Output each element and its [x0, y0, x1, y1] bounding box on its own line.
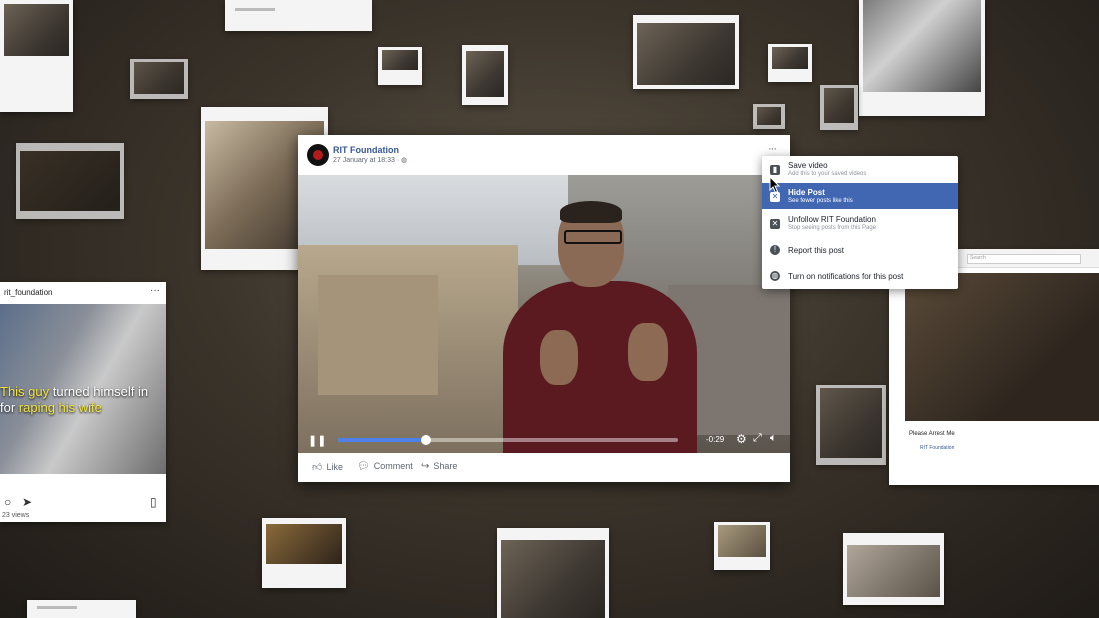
progress-bar[interactable]: [338, 435, 678, 445]
menu-item-subtitle: See fewer posts like this: [788, 198, 853, 204]
menu-item-title: Save video: [788, 161, 828, 170]
thumbs-up-icon: 👍︎: [312, 462, 323, 473]
bg-card: [816, 385, 886, 465]
progress-handle[interactable]: [421, 435, 432, 445]
more-options-button[interactable]: ···: [768, 143, 777, 155]
facebook-video-post: RIT Foundation 27 January at 18:33 · ◍ ·…: [298, 135, 790, 482]
bg-card: [497, 528, 609, 618]
post-options-menu: ▮ Save video Add this to your saved vide…: [762, 156, 958, 289]
pause-icon[interactable]: ❚❚: [308, 434, 326, 447]
menu-item-turn-on-notifications[interactable]: ◍ Turn on notifications for this post: [762, 263, 958, 287]
comment-button[interactable]: 💬︎ Comment: [357, 461, 413, 472]
bg-card: [225, 0, 372, 31]
post-title: Please Arrest Me: [909, 431, 955, 437]
comment-icon[interactable]: ○: [4, 495, 11, 509]
menu-item-report-post[interactable]: ! Report this post: [762, 238, 958, 260]
bg-card: [16, 143, 124, 219]
bg-card: [820, 85, 858, 130]
globe-icon: ◍: [401, 157, 408, 164]
share-button[interactable]: ↪ Share: [421, 461, 457, 472]
post-timestamp[interactable]: 27 January at 18:33 · ◍: [333, 156, 407, 164]
menu-item-title: Unfollow RIT Foundation: [788, 215, 876, 224]
caption-highlight-2: raping his wife: [18, 400, 102, 415]
menu-item-subtitle: Add this to your saved videos: [788, 171, 867, 177]
video-caption: This guy turned himself in for raping hi…: [0, 384, 166, 416]
post-actions: 👍︎ Like 💬︎ Comment ↪ Share: [298, 455, 790, 481]
instagram-username[interactable]: rit_foundation: [4, 288, 52, 297]
instagram-post-card: rit_foundation ··· This guy turned himse…: [0, 282, 166, 522]
search-input[interactable]: Search: [967, 254, 1081, 264]
video-player[interactable]: ❚❚ -0:29 ⚙ ⤢ 🔈︎: [298, 175, 790, 453]
mouse-cursor-icon: [769, 176, 781, 194]
menu-item-unfollow[interactable]: ✕ Unfollow RIT Foundation Stop seeing po…: [762, 210, 958, 236]
bg-card: [714, 522, 770, 570]
bg-card: [768, 44, 812, 82]
fullscreen-icon[interactable]: ⤢: [753, 432, 762, 445]
menu-item-title: Report this post: [788, 246, 845, 255]
comment-label: Comment: [373, 461, 413, 471]
like-button[interactable]: 👍︎ Like: [312, 461, 343, 473]
share-icon: ↪: [421, 461, 430, 472]
bg-card: [27, 600, 136, 618]
bookmark-icon: ▮: [770, 165, 780, 175]
volume-icon[interactable]: 🔈︎: [770, 432, 777, 445]
caption-text: turned himself in: [49, 384, 149, 399]
bg-card: [462, 45, 508, 105]
view-count: 23 views: [2, 512, 30, 519]
like-label: Like: [326, 462, 343, 472]
bg-card: [378, 47, 422, 85]
time-remaining: -0:29: [706, 435, 725, 444]
bg-card: [633, 15, 739, 89]
menu-item-hide-post[interactable]: ✕ Hide Post See fewer posts like this: [762, 183, 958, 209]
menu-item-title: Turn on notifications for this post: [788, 272, 904, 281]
bg-card: [843, 533, 944, 605]
bookmark-icon[interactable]: ▯: [150, 495, 157, 509]
globe-icon: ◍: [770, 271, 780, 281]
bg-card: [753, 104, 785, 129]
video-controls: ❚❚ -0:29 ⚙ ⤢ 🔈︎: [298, 427, 790, 453]
share-label: Share: [433, 461, 458, 471]
gear-icon[interactable]: ⚙: [736, 432, 747, 446]
timestamp-text: 27 January at 18:33 ·: [333, 157, 400, 164]
more-options-icon[interactable]: ···: [150, 285, 160, 296]
bg-card: [130, 59, 188, 99]
video-thumbnail[interactable]: [905, 273, 1099, 421]
bg-card: [262, 518, 346, 588]
bg-card: [0, 0, 73, 112]
menu-item-title: Hide Post: [788, 188, 825, 197]
share-icon[interactable]: ➤: [22, 495, 32, 509]
comment-icon: 💬︎: [357, 461, 370, 472]
page-name[interactable]: RIT Foundation: [333, 145, 399, 155]
caption-highlight-1: This guy: [0, 384, 50, 399]
report-icon: !: [770, 245, 780, 255]
avatar[interactable]: [307, 144, 329, 166]
page-name[interactable]: RIT Foundation: [920, 445, 954, 451]
unfollow-icon: ✕: [770, 219, 780, 229]
bg-card: [859, 0, 985, 116]
caption-text: for: [0, 400, 19, 415]
menu-item-save-video[interactable]: ▮ Save video Add this to your saved vide…: [762, 156, 958, 182]
menu-item-subtitle: Stop seeing posts from this Page: [788, 225, 877, 231]
progress-fill: [338, 438, 427, 442]
